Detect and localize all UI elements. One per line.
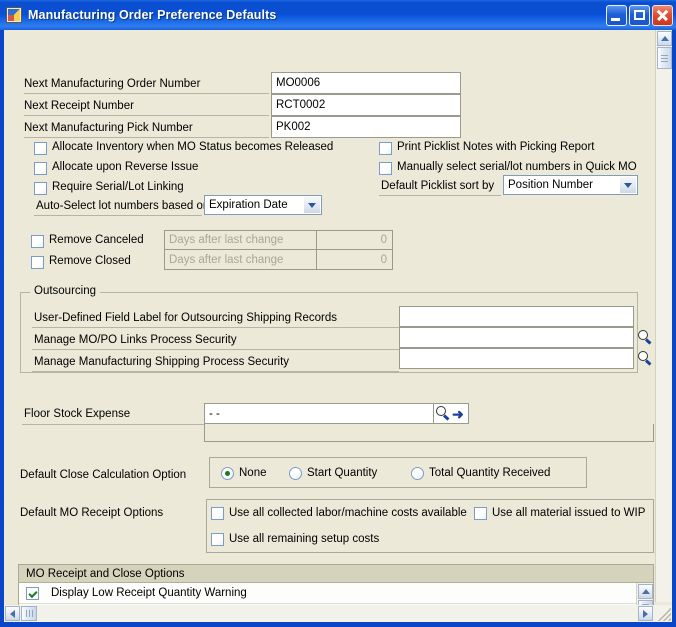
remove-closed-days-label: Days after last change [164,250,316,270]
print-picklist-notes-checkbox[interactable] [379,142,392,155]
chevron-down-icon[interactable] [303,197,320,213]
floor-stock-label: Floor Stock Expense [24,408,131,420]
allocate-inventory-label: Allocate Inventory when MO Status become… [52,141,334,153]
magnifier-icon[interactable] [636,329,653,346]
chevron-down-icon[interactable] [619,177,636,193]
next-receipt-number-input[interactable]: RCT0002 [271,94,461,116]
window-horizontal-scrollbar[interactable] [4,605,672,622]
remove-canceled-checkbox[interactable] [31,235,44,248]
receipt-options-label: Default MO Receipt Options [20,507,164,519]
picklist-sort-combobox[interactable]: Position Number [503,175,638,195]
manage-shipping-security-label: Manage Manufacturing Shipping Process Se… [34,356,290,368]
remove-closed-checkbox[interactable] [31,256,44,269]
use-material-issued-wip-checkbox[interactable] [474,507,487,520]
close-option-none-radio[interactable] [221,467,234,480]
window-controls [606,4,673,26]
resize-grip-icon[interactable] [656,606,671,621]
form-content: Next Manufacturing Order Number MO0006 N… [4,30,654,619]
application-window: Manufacturing Order Preference Defaults … [0,0,676,627]
window-scroll-up-button[interactable] [657,31,672,46]
close-option-none-label: None [239,467,267,479]
close-option-start-qty-label: Start Quantity [307,467,378,479]
magnifier-icon[interactable] [434,405,451,422]
next-pick-number-input[interactable]: PK002 [271,116,461,138]
client-area: Next Manufacturing Order Number MO0006 N… [4,30,672,619]
autoselect-lot-combobox[interactable]: Expiration Date [204,195,322,215]
table-row[interactable]: Display Low Receipt Quantity Warning [19,583,653,604]
remove-canceled-days-input[interactable]: 0 [316,230,393,250]
close-option-total-qty-label: Total Quantity Received [429,467,551,479]
close-option-total-qty-radio[interactable] [411,467,424,480]
close-button[interactable] [652,4,673,26]
remove-closed-days-input[interactable]: 0 [316,250,393,270]
go-arrow-icon[interactable]: ➜ [452,407,464,421]
row-checkbox[interactable] [26,586,39,600]
next-mo-number-input[interactable]: MO0006 [271,72,461,94]
next-pick-number-label: Next Manufacturing Pick Number [24,122,193,134]
allocate-inventory-checkbox[interactable] [34,142,47,155]
outsourcing-group-title: Outsourcing [30,285,101,297]
window-title: Manufacturing Order Preference Defaults [28,8,277,22]
close-option-start-qty-radio[interactable] [289,467,302,480]
use-collected-labor-costs-label: Use all collected labor/machine costs av… [229,507,467,519]
window-scroll-thumb[interactable] [657,47,672,69]
remove-closed-label: Remove Closed [49,255,131,267]
allocate-reverse-issue-checkbox[interactable] [34,162,47,175]
grid-header: MO Receipt and Close Options [19,565,653,583]
allocate-reverse-issue-label: Allocate upon Reverse Issue [52,161,199,173]
row-label: Display Low Receipt Quantity Warning [51,587,247,599]
manage-shipping-security-input[interactable] [399,348,634,369]
remove-canceled-label: Remove Canceled [49,234,144,246]
autoselect-lot-value: Expiration Date [209,199,288,211]
minimize-button[interactable] [606,4,627,26]
app-window-icon [6,7,22,23]
next-mo-number-label: Next Manufacturing Order Number [24,78,201,90]
udf-label-label: User-Defined Field Label for Outsourcing… [34,312,337,324]
remove-canceled-days-label: Days after last change [164,230,316,250]
manually-select-serial-label: Manually select serial/lot numbers in Qu… [397,161,637,173]
floor-stock-account-input[interactable]: - - [204,403,434,424]
picklist-sort-value: Position Number [508,179,594,191]
use-remaining-setup-costs-label: Use all remaining setup costs [229,533,380,545]
manage-mopo-security-label: Manage MO/PO Links Process Security [34,334,237,346]
manage-mopo-security-input[interactable] [399,327,634,348]
close-calculation-label: Default Close Calculation Option [20,469,187,481]
floor-stock-description [204,424,654,442]
next-receipt-number-label: Next Receipt Number [24,100,134,112]
grid-scroll-up-button[interactable] [638,584,653,599]
hscroll-thumb[interactable] [21,606,37,621]
maximize-button[interactable] [629,4,650,26]
autoselect-lot-label: Auto-Select lot numbers based on [36,200,210,212]
hscroll-right-button[interactable] [638,606,653,621]
magnifier-icon[interactable] [636,350,653,367]
hscroll-left-button[interactable] [5,606,20,621]
manually-select-serial-checkbox[interactable] [379,162,392,175]
require-serial-lot-linking-checkbox[interactable] [34,182,47,195]
use-remaining-setup-costs-checkbox[interactable] [211,533,224,546]
title-bar[interactable]: Manufacturing Order Preference Defaults [0,0,676,30]
require-serial-lot-linking-label: Require Serial/Lot Linking [52,181,184,193]
picklist-sort-label: Default Picklist sort by [381,180,495,192]
print-picklist-notes-label: Print Picklist Notes with Picking Report [397,141,595,153]
udf-label-input[interactable] [399,306,634,327]
window-vertical-scrollbar[interactable] [655,30,672,602]
use-material-issued-wip-label: Use all material issued to WIP [492,507,646,519]
use-collected-labor-costs-checkbox[interactable] [211,507,224,520]
